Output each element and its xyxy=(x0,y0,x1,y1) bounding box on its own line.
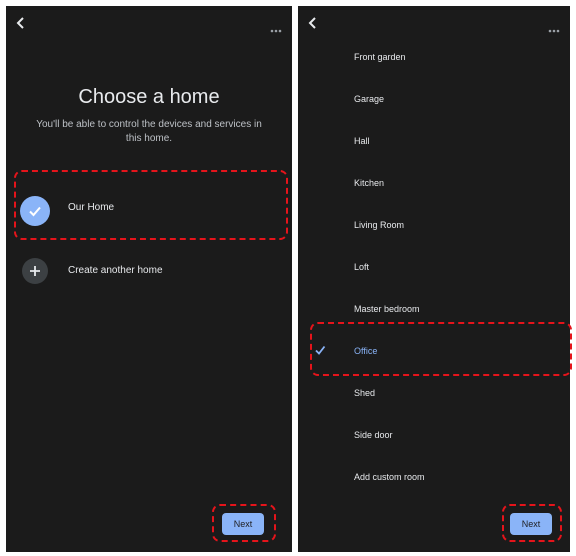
room-item-side-door[interactable]: Side door xyxy=(354,430,393,440)
page-title: Choose a home xyxy=(78,86,220,108)
room-item-master-bedroom[interactable]: Master bedroom xyxy=(354,304,420,314)
highlight-box-office xyxy=(310,322,572,376)
back-arrow-icon[interactable] xyxy=(306,16,320,30)
more-options-icon[interactable] xyxy=(548,20,560,33)
choose-home-screen: Choose a home You'll be able to control … xyxy=(6,6,292,552)
highlight-box-next xyxy=(502,504,562,542)
room-item-kitchen[interactable]: Kitchen xyxy=(354,178,384,188)
choose-room-screen: Front garden Garage Hall Kitchen Living … xyxy=(298,6,572,552)
create-home-label: Create another home xyxy=(68,265,163,276)
back-arrow-icon[interactable] xyxy=(14,16,28,30)
room-item-hall[interactable]: Hall xyxy=(354,136,370,146)
add-custom-room-item[interactable]: Add custom room xyxy=(354,472,425,482)
more-options-icon[interactable] xyxy=(270,20,282,33)
highlight-box-next xyxy=(212,504,276,542)
room-item-loft[interactable]: Loft xyxy=(354,262,369,272)
page-subtitle: You'll be able to control the devices an… xyxy=(36,119,262,144)
room-item-living-room[interactable]: Living Room xyxy=(354,220,404,230)
highlight-box-home xyxy=(14,170,288,240)
room-item-garage[interactable]: Garage xyxy=(354,94,384,104)
plus-icon xyxy=(22,258,48,284)
room-item-front-garden[interactable]: Front garden xyxy=(354,52,406,62)
create-home-option[interactable]: Create another home xyxy=(18,256,278,286)
room-item-shed[interactable]: Shed xyxy=(354,388,375,398)
